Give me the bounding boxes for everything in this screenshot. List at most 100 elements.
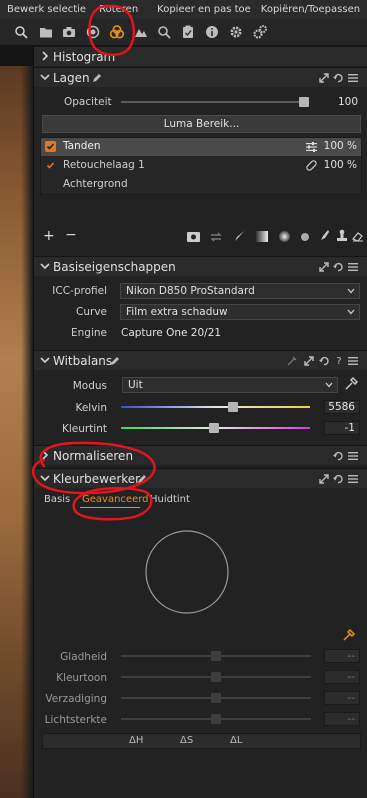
details-icon[interactable]	[155, 23, 173, 41]
reset-icon[interactable]	[332, 450, 344, 462]
histogram-header[interactable]: Histogram	[34, 46, 367, 66]
expand-icon[interactable]	[318, 72, 330, 84]
stamp-icon[interactable]	[336, 229, 348, 242]
pencil-icon[interactable]	[91, 72, 103, 84]
dot-icon[interactable]	[301, 233, 309, 241]
opacity-slider-track[interactable]	[121, 101, 309, 103]
lens-icon[interactable]	[84, 23, 102, 41]
engine-value: Capture One 20/21	[121, 327, 222, 339]
hue-slider-knob[interactable]	[211, 672, 221, 682]
witbalans-title: Witbalans	[53, 354, 113, 368]
folder-icon[interactable]	[37, 23, 55, 41]
photo-preview	[0, 46, 33, 798]
question-icon[interactable]: ?	[333, 355, 345, 367]
chevron-down-icon	[347, 288, 355, 294]
picker-icon[interactable]	[286, 355, 298, 367]
opacity-value[interactable]: 100	[320, 96, 358, 108]
opacity-slider-knob[interactable]	[299, 97, 309, 107]
chevron-down-icon[interactable]	[39, 354, 51, 366]
chevron-down-icon[interactable]	[39, 260, 51, 272]
bandage-icon[interactable]	[306, 160, 317, 171]
metadata-icon[interactable]	[203, 23, 221, 41]
kelvin-value[interactable]: 5586	[324, 400, 360, 414]
loupe-icon[interactable]	[12, 23, 30, 41]
camera-icon[interactable]	[60, 23, 78, 41]
gradient-icon[interactable]	[256, 231, 268, 242]
kelvin-slider-track[interactable]	[121, 406, 310, 408]
tab-basis[interactable]: Basis	[44, 494, 70, 505]
menu-kopieren-toepassen[interactable]: Kopiëren/Toepassen	[261, 4, 360, 15]
expand-icon[interactable]	[318, 473, 330, 485]
tint-value[interactable]: -1	[324, 421, 360, 435]
lightness-slider-knob[interactable]	[211, 714, 221, 724]
wb-mode-dropdown[interactable]: Uit	[122, 377, 338, 393]
curve-label: Curve	[76, 306, 107, 318]
remove-layer-icon[interactable]: −	[65, 227, 77, 243]
hue-value[interactable]: --	[324, 670, 360, 684]
tool-tab-strip	[0, 18, 367, 46]
chevron-right-icon[interactable]	[39, 449, 51, 461]
saturation-slider-knob[interactable]	[211, 693, 221, 703]
kelvin-label: Kelvin	[75, 402, 107, 414]
swap-icon[interactable]	[210, 232, 222, 242]
curve-dropdown[interactable]: Film extra schaduw	[120, 304, 360, 320]
tab-geavanceerd[interactable]: Geavanceerd	[82, 494, 149, 505]
eye-icon[interactable]	[187, 232, 200, 242]
menu-kopieer-en-pas-toe[interactable]: Kopieer en pas toe	[157, 4, 251, 15]
adjustments-icon[interactable]	[179, 23, 197, 41]
reset-icon[interactable]	[332, 261, 344, 273]
layer-row-tanden[interactable]: Tanden 100 %	[41, 138, 361, 156]
expand-icon[interactable]	[318, 261, 330, 273]
normaliseren-header[interactable]: Normaliseren	[34, 445, 367, 465]
chevron-right-icon[interactable]	[39, 50, 51, 62]
tab-huidtint[interactable]: Huidtint	[150, 494, 190, 505]
tint-slider-knob[interactable]	[208, 423, 219, 433]
menu-roteren[interactable]: Roteren	[99, 4, 138, 15]
witbalans-header[interactable]: Witbalans ?	[34, 350, 367, 370]
basiseigenschappen-title: Basiseigenschappen	[53, 260, 176, 274]
eraser-icon[interactable]	[352, 230, 364, 242]
smoothness-slider-knob[interactable]	[211, 651, 221, 661]
add-layer-icon[interactable]: +	[43, 228, 55, 244]
gear-icon[interactable]	[227, 23, 245, 41]
layer-row-achtergrond[interactable]: Achtergrond	[41, 176, 361, 194]
eyedropper-icon[interactable]	[344, 377, 358, 391]
radial-icon[interactable]	[279, 231, 290, 242]
color-icon[interactable]	[108, 23, 126, 41]
menu-bewerk-selectie[interactable]: Bewerk selectie	[7, 4, 86, 15]
layer-row-retouche[interactable]: Retouchelaag 1 100 %	[41, 157, 361, 175]
menu-icon[interactable]	[347, 450, 359, 462]
saturation-value[interactable]: --	[324, 691, 360, 705]
lightness-value[interactable]: --	[324, 712, 360, 726]
menu-icon[interactable]	[347, 72, 359, 84]
smoothness-value[interactable]: --	[324, 649, 360, 663]
heal-brush-icon[interactable]	[318, 229, 330, 242]
pencil-icon[interactable]	[109, 355, 121, 367]
layer-name: Tanden	[63, 140, 101, 152]
reset-icon[interactable]	[332, 473, 344, 485]
color-picker-icon[interactable]	[342, 628, 356, 642]
menu-icon[interactable]	[347, 261, 359, 273]
luma-range-button[interactable]: Luma Bereik...	[42, 115, 361, 133]
menu-icon[interactable]	[347, 355, 359, 367]
adjust-sliders-icon[interactable]	[306, 142, 317, 152]
chevron-down-icon	[347, 309, 355, 315]
kelvin-slider-knob[interactable]	[228, 402, 239, 412]
icc-profile-dropdown[interactable]: Nikon D850 ProStandard	[120, 283, 360, 299]
pencil-icon[interactable]	[136, 473, 148, 485]
chevron-down-icon[interactable]	[39, 71, 51, 83]
kleurbewerker-header[interactable]: Kleurbewerker	[34, 468, 367, 488]
batch-gear-icon[interactable]	[251, 23, 269, 41]
lagen-header[interactable]: Lagen	[34, 67, 367, 87]
menu-icon[interactable]	[347, 473, 359, 485]
delta-l-label: ΔL	[230, 735, 243, 746]
brush-icon[interactable]	[234, 230, 245, 242]
reset-icon[interactable]	[332, 72, 344, 84]
basiseigenschappen-header[interactable]: Basiseigenschappen	[34, 256, 367, 276]
exposure-icon[interactable]	[132, 23, 150, 41]
color-wheel[interactable]	[144, 529, 230, 615]
checkmark-icon[interactable]	[45, 160, 56, 171]
chevron-down-icon[interactable]	[39, 472, 51, 484]
expand-icon[interactable]	[303, 355, 315, 367]
reset-icon[interactable]	[318, 355, 330, 367]
